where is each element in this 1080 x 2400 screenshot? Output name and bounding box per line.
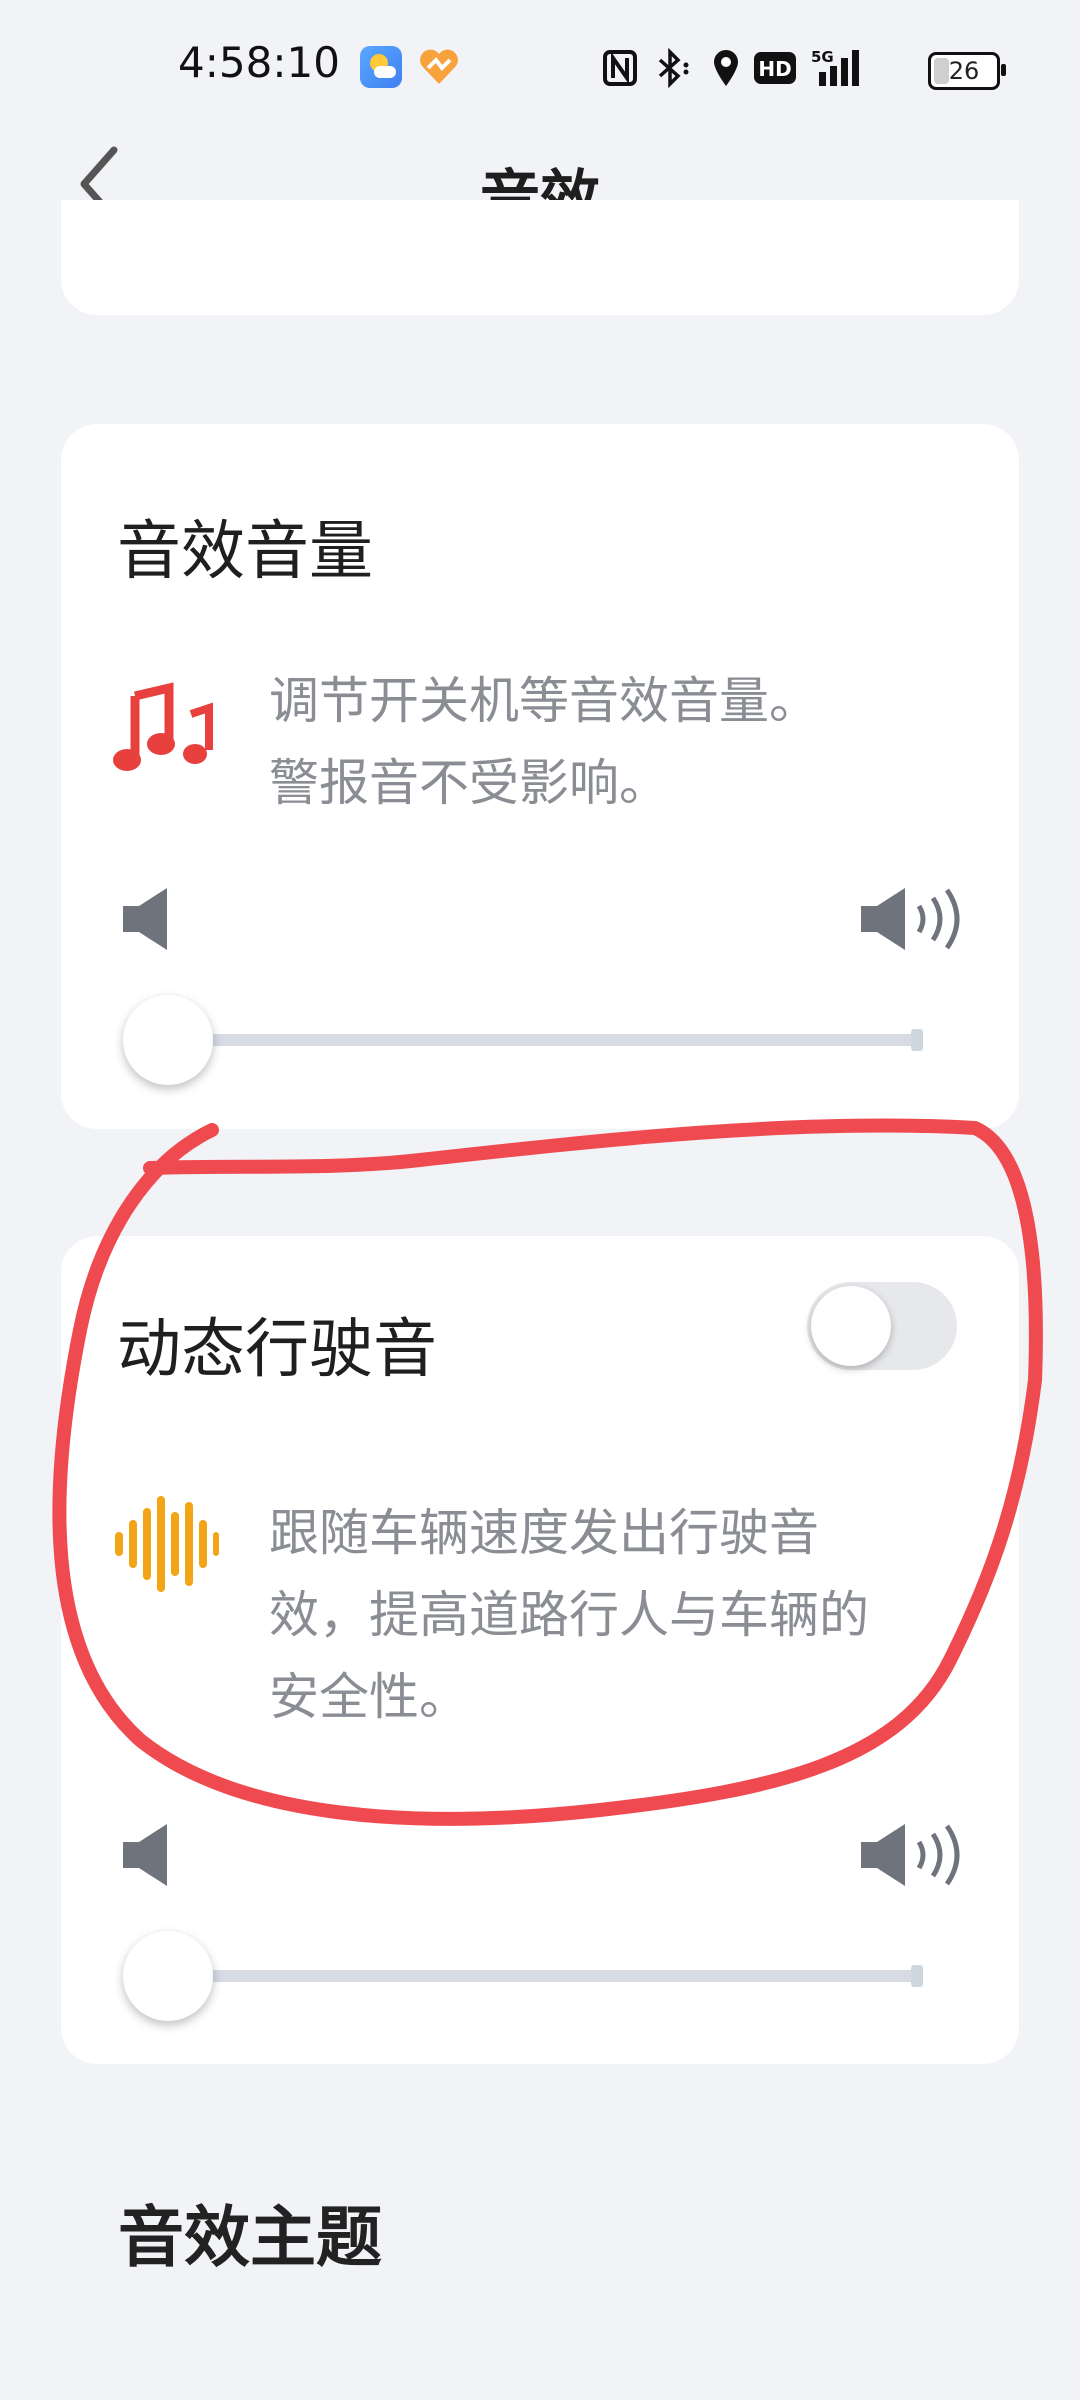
health-app-icon (416, 46, 462, 88)
sound-theme-title: 音效主题 (118, 2199, 382, 2276)
bluetooth-icon (652, 48, 696, 88)
driving-sound-desc-line2: 效，提高道路行人与车辆的 (269, 1586, 869, 1644)
volume-low-icon (119, 884, 173, 954)
network-label: 5G (811, 48, 834, 66)
previous-settings-card (61, 200, 1019, 315)
sound-volume-title: 音效音量 (117, 515, 373, 589)
sound-volume-desc-line2: 警报音不受影响。 (269, 754, 669, 812)
battery-level: 26 (948, 57, 980, 85)
location-icon (708, 48, 744, 88)
sound-volume-slider[interactable] (123, 995, 923, 1085)
driving-sound-description: 跟随车辆速度发出行驶音 效，提高道路行人与车辆的 安全性。 (269, 1492, 959, 1738)
sound-volume-desc-line1: 调节开关机等音效音量。 (269, 672, 819, 730)
status-time: 4:58:10 (178, 38, 340, 87)
volume-low-icon (119, 1820, 173, 1890)
hd-icon: HD (752, 48, 798, 88)
sound-volume-description: 调节开关机等音效音量。 警报音不受影响。 (269, 660, 959, 824)
volume-high-icon (857, 1820, 965, 1890)
slider-track[interactable] (183, 1965, 923, 1987)
slider-track[interactable] (183, 1029, 923, 1051)
music-note-icon (113, 682, 213, 786)
battery-icon: 26 (928, 52, 1006, 90)
driving-sound-desc-line1: 跟随车辆速度发出行驶音 (269, 1504, 819, 1562)
hd-badge-text: HD (758, 57, 791, 81)
status-icons: HD 5G 26 (600, 40, 1080, 100)
driving-sound-toggle[interactable] (807, 1282, 957, 1370)
signal-5g-icon: 5G (808, 48, 870, 88)
weather-app-icon (360, 46, 402, 88)
driving-sound-desc-line3: 安全性。 (269, 1668, 469, 1726)
slider-thumb[interactable] (123, 995, 213, 1085)
driving-sound-card: 动态行驶音 跟随车辆速度发出行驶音 效，提高道路行人与车辆的 安全性。 (61, 1236, 1019, 2064)
slider-thumb[interactable] (123, 1931, 213, 2021)
driving-sound-slider[interactable] (123, 1931, 923, 2021)
driving-sound-title: 动态行驶音 (117, 1313, 437, 1387)
nfc-icon (600, 48, 640, 88)
volume-high-icon (857, 884, 965, 954)
sound-volume-card: 音效音量 调节开关机等音效音量。 警报音不受影响。 (61, 424, 1019, 1129)
sound-wave-icon (115, 1496, 219, 1596)
